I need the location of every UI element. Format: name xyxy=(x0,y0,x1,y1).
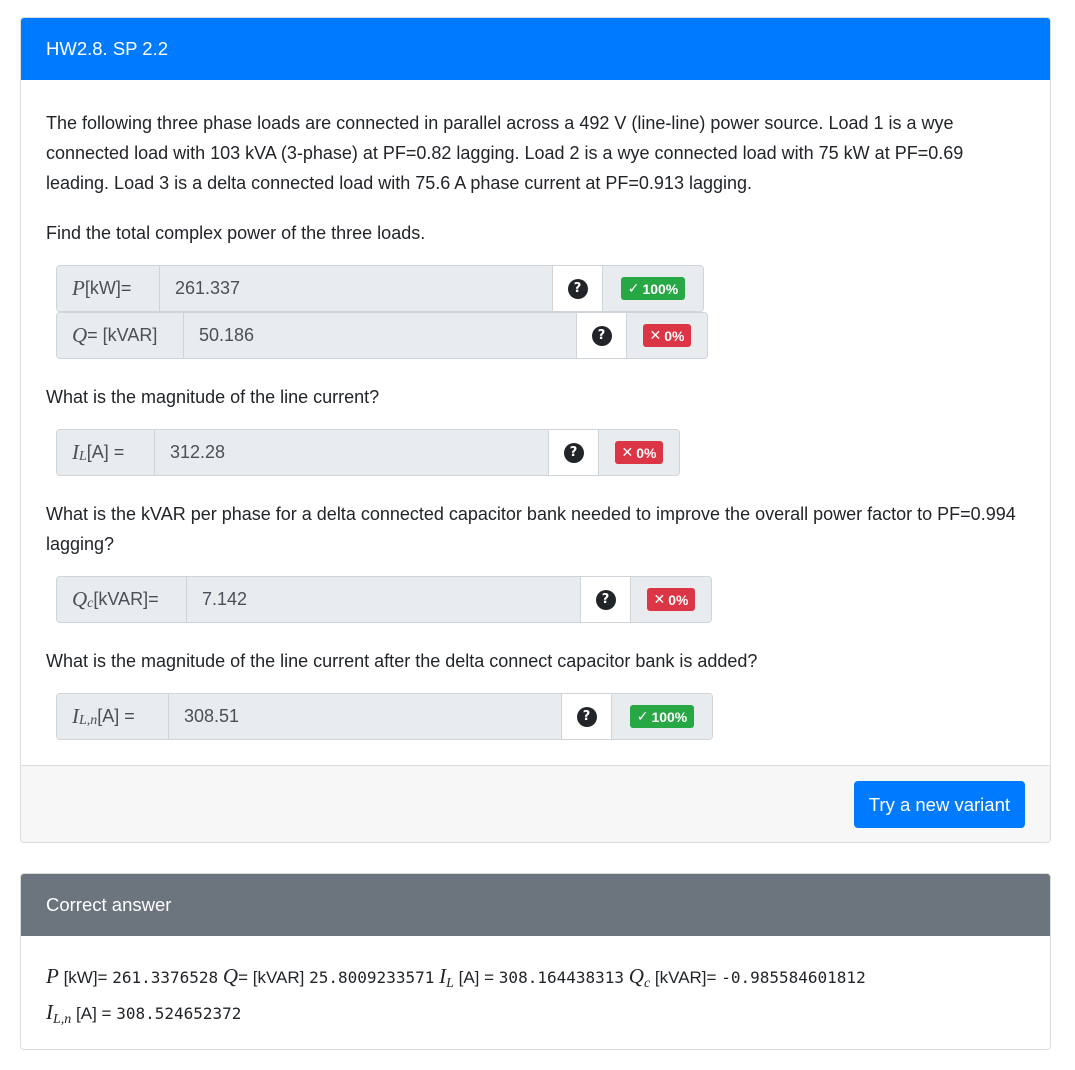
qc-input-group: Qc [kVAR]= 7.142 ? ✕ 0% xyxy=(56,576,712,623)
answer-qc-value: -0.985584601812 xyxy=(721,968,866,987)
x-icon: ✕ xyxy=(653,591,666,607)
prompt-complex-power: Find the total complex power of the thre… xyxy=(46,223,426,243)
question-intro: The following three phase loads are conn… xyxy=(46,113,964,193)
prompt-line-current-after: What is the magnitude of the line curren… xyxy=(46,651,758,671)
answer-iln-symbol: I xyxy=(46,1000,53,1024)
il-score-badge: ✕ 0% xyxy=(614,441,664,464)
answer-q-symbol: Q xyxy=(222,964,239,988)
iln-input[interactable]: 308.51 xyxy=(169,694,562,739)
iln-help-button[interactable]: ? xyxy=(562,694,612,739)
q-input[interactable]: 50.186 xyxy=(184,313,577,358)
question-footer: Try a new variant xyxy=(21,765,1050,842)
answer-il-unit: [A] = xyxy=(458,968,495,987)
q-label: Q = [kVAR] xyxy=(57,313,184,358)
iln-input-group: I L,n [A] = 308.51 ? ✓ 100% xyxy=(56,693,713,740)
iln-score-value: 100% xyxy=(651,708,688,725)
qc-score: ✕ 0% xyxy=(631,577,711,622)
answer-card: Correct answer P [kW]= 261.3376528 Q= [k… xyxy=(20,873,1051,1050)
question-mark-icon: ? xyxy=(595,589,616,610)
answer-q-value: 25.8009233571 xyxy=(309,968,435,987)
qc-score-badge: ✕ 0% xyxy=(646,588,696,611)
il-help-button[interactable]: ? xyxy=(549,430,599,475)
answer-iln-value: 308.524652372 xyxy=(116,1004,242,1023)
q-input-group: Q = [kVAR] 50.186 ? ✕ 0% xyxy=(56,312,708,359)
p-score: ✓ 100% xyxy=(603,266,703,311)
answer-qc-unit: [kVAR]= xyxy=(654,968,717,987)
prompt-line-current: What is the magnitude of the line curren… xyxy=(46,387,380,407)
question-mark-icon: ? xyxy=(563,442,584,463)
qc-help-button[interactable]: ? xyxy=(581,577,631,622)
answer-line-1: P [kW]= 261.3376528 Q= [kVAR] 25.8009233… xyxy=(46,960,1025,996)
qc-unit: [kVAR]= xyxy=(93,589,159,609)
p-score-badge: ✓ 100% xyxy=(620,277,686,300)
answer-p-value: 261.3376528 xyxy=(112,968,219,987)
q-help-button[interactable]: ? xyxy=(577,313,627,358)
qc-input[interactable]: 7.142 xyxy=(187,577,581,622)
answer-p-symbol: P xyxy=(46,964,59,988)
answer-line-2: IL,n [A] = 308.524652372 xyxy=(46,996,1025,1032)
p-unit: [kW]= xyxy=(84,278,132,298)
il-symbol: I xyxy=(72,440,79,464)
qc-label: Qc [kVAR]= xyxy=(57,577,187,622)
answer-p-unit: [kW]= xyxy=(63,968,108,987)
x-icon: ✕ xyxy=(649,327,662,343)
question-body: The following three phase loads are conn… xyxy=(21,80,1050,765)
il-input[interactable]: 312.28 xyxy=(155,430,549,475)
il-score: ✕ 0% xyxy=(599,430,679,475)
q-score-value: 0% xyxy=(664,327,685,344)
q-score: ✕ 0% xyxy=(627,313,707,358)
p-label: P [kW]= xyxy=(57,266,160,311)
q-unit: = [kVAR] xyxy=(87,325,158,345)
iln-symbol: I xyxy=(72,704,79,728)
answer-iln-unit: [A] = xyxy=(76,1004,112,1023)
answer-qc-subscript: c xyxy=(643,976,651,991)
il-unit: [A] = xyxy=(86,442,125,462)
question-title: HW2.8. SP 2.2 xyxy=(21,18,1050,80)
iln-subscript: L,n xyxy=(79,712,98,728)
p-help-button[interactable]: ? xyxy=(553,266,603,311)
p-score-value: 100% xyxy=(642,280,679,297)
try-new-variant-button[interactable]: Try a new variant xyxy=(853,781,1025,828)
iln-score: ✓ 100% xyxy=(612,694,712,739)
answer-qc-symbol: Q xyxy=(628,964,644,988)
prompt-capacitor-bank: What is the kVAR per phase for a delta c… xyxy=(46,504,1016,554)
answer-body: P [kW]= 261.3376528 Q= [kVAR] 25.8009233… xyxy=(21,936,1050,1032)
question-card: HW2.8. SP 2.2 The following three phase … xyxy=(20,17,1051,843)
il-subscript: L xyxy=(79,448,87,464)
iln-score-badge: ✓ 100% xyxy=(629,705,695,728)
answer-iln-subscript: L,n xyxy=(53,1012,72,1027)
check-icon: ✓ xyxy=(627,280,640,296)
qc-score-value: 0% xyxy=(668,591,689,608)
p-symbol: P xyxy=(72,276,85,300)
question-mark-icon: ? xyxy=(567,278,588,299)
question-mark-icon: ? xyxy=(576,706,597,727)
answer-il-value: 308.164438313 xyxy=(498,968,625,987)
x-icon: ✕ xyxy=(621,444,634,460)
q-symbol: Q xyxy=(72,323,88,347)
iln-label: I L,n [A] = xyxy=(57,694,169,739)
il-label: I L [A] = xyxy=(57,430,155,475)
q-score-badge: ✕ 0% xyxy=(642,324,692,347)
answer-title: Correct answer xyxy=(21,874,1050,936)
answer-il-subscript: L xyxy=(446,976,454,991)
il-score-value: 0% xyxy=(636,444,657,461)
check-icon: ✓ xyxy=(636,708,649,724)
answer-q-unit: = [kVAR] xyxy=(238,968,305,987)
il-input-group: I L [A] = 312.28 ? ✕ 0% xyxy=(56,429,680,476)
p-input[interactable]: 261.337 xyxy=(160,266,553,311)
qc-subscript: c xyxy=(87,595,94,611)
question-mark-icon: ? xyxy=(591,325,612,346)
p-input-group: P [kW]= 261.337 ? ✓ 100% xyxy=(56,265,704,312)
iln-unit: [A] = xyxy=(97,706,135,726)
qc-symbol: Q xyxy=(72,587,88,611)
